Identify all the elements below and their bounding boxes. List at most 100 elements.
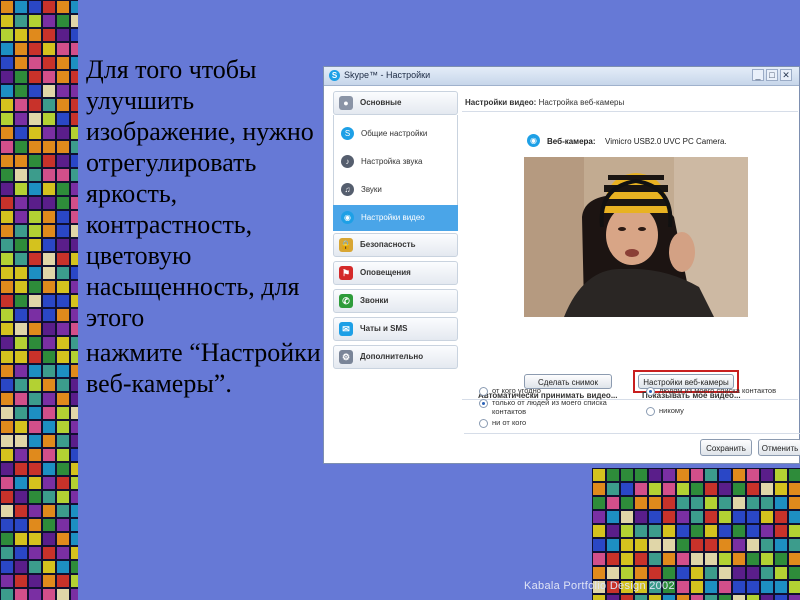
mosaic-tile <box>56 182 70 196</box>
mosaic-tile <box>70 448 78 462</box>
mosaic-tile <box>662 468 676 482</box>
mosaic-tile <box>42 350 56 364</box>
sidebar-group-5[interactable]: ⚙ Дополнительно <box>333 345 458 369</box>
maximize-button[interactable]: □ <box>766 69 778 81</box>
skype-icon: S <box>341 127 354 140</box>
mosaic-tile <box>746 482 760 496</box>
mosaic-tile <box>56 392 70 406</box>
mosaic-tile <box>690 496 704 510</box>
mosaic-tile <box>70 392 78 406</box>
radio-button[interactable] <box>646 407 655 416</box>
mosaic-tile <box>788 580 800 594</box>
sidebar-group-0[interactable]: ● Основные <box>333 91 458 115</box>
mosaic-tile <box>42 560 56 574</box>
mosaic-tile <box>56 560 70 574</box>
mosaic-tile <box>42 308 56 322</box>
mosaic-tile <box>56 14 70 28</box>
sidebar-group-1[interactable]: 🔒 Безопасность <box>333 233 458 257</box>
sidebar-group-3[interactable]: ✆ Звонки <box>333 289 458 313</box>
mosaic-tile <box>14 280 28 294</box>
window-title: Skype™ - Настройки <box>344 70 431 80</box>
mosaic-tile <box>718 594 732 600</box>
mosaic-tile <box>690 552 704 566</box>
mosaic-tile <box>0 308 14 322</box>
mosaic-tile <box>70 28 78 42</box>
mosaic-tile <box>746 566 760 580</box>
mosaic-tile <box>42 210 56 224</box>
mosaic-tile <box>56 588 70 600</box>
mosaic-tile <box>718 468 732 482</box>
mosaic-tile <box>28 126 42 140</box>
close-button[interactable]: ✕ <box>780 69 792 81</box>
mosaic-tile <box>774 482 788 496</box>
mosaic-tile <box>704 496 718 510</box>
mosaic-tile <box>718 482 732 496</box>
mosaic-tile <box>648 524 662 538</box>
mosaic-tile <box>56 322 70 336</box>
mosaic-tile <box>704 538 718 552</box>
mosaic-tile <box>0 224 14 238</box>
mosaic-tile <box>28 490 42 504</box>
mosaic-tile <box>732 580 746 594</box>
webcam-device-name: Vimicro USB2.0 UVC PC Camera. <box>605 137 727 146</box>
mosaic-tile <box>732 482 746 496</box>
sidebar-group-label: Основные <box>360 98 402 107</box>
mosaic-tile <box>620 510 634 524</box>
mosaic-tile <box>14 490 28 504</box>
mosaic-tile <box>70 462 78 476</box>
cancel-button[interactable]: Отменить <box>758 439 800 456</box>
radio-button[interactable] <box>646 387 655 396</box>
mosaic-tile <box>56 42 70 56</box>
mosaic-tile <box>70 476 78 490</box>
mosaic-tile <box>606 510 620 524</box>
sidebar-item-2[interactable]: ♫ Звуки <box>333 177 458 203</box>
mosaic-tile <box>70 252 78 266</box>
mosaic-tile <box>70 532 78 546</box>
sidebar-group-4[interactable]: ✉ Чаты и SMS <box>333 317 458 341</box>
save-button[interactable]: Сохранить <box>700 439 752 456</box>
mosaic-tile <box>746 552 760 566</box>
sidebar-group-2[interactable]: ⚑ Оповещения <box>333 261 458 285</box>
mosaic-tile <box>0 504 14 518</box>
radio-button[interactable] <box>479 399 488 408</box>
mosaic-tile <box>28 350 42 364</box>
sidebar-item-1[interactable]: ♪ Настройка звука <box>333 149 458 175</box>
mosaic-tile <box>634 594 648 600</box>
mosaic-tile <box>788 510 800 524</box>
mosaic-tile <box>0 350 14 364</box>
sidebar-item-3[interactable]: ◉ Настройки видео <box>333 205 458 231</box>
mosaic-tile <box>606 482 620 496</box>
radio-button[interactable] <box>479 387 488 396</box>
mosaic-tile <box>648 510 662 524</box>
minimize-button[interactable]: _ <box>752 69 764 81</box>
mosaic-tile <box>634 566 648 580</box>
mosaic-tile <box>70 224 78 238</box>
mosaic-tile <box>70 308 78 322</box>
mosaic-tile <box>28 252 42 266</box>
mosaic-tile <box>704 552 718 566</box>
mosaic-tile <box>56 224 70 238</box>
mosaic-tile <box>42 84 56 98</box>
mosaic-tile <box>56 420 70 434</box>
mosaic-tile <box>42 280 56 294</box>
mosaic-tile <box>676 524 690 538</box>
mosaic-tile <box>606 552 620 566</box>
radio-button[interactable] <box>479 419 488 428</box>
section-header-text: Настройки видео: Настройка веб-камеры <box>465 98 624 107</box>
mosaic-tile <box>704 482 718 496</box>
sidebar-item-0[interactable]: S Общие настройки <box>333 121 458 147</box>
mosaic-tile <box>42 14 56 28</box>
mosaic-tile <box>56 98 70 112</box>
mosaic-tile <box>0 84 14 98</box>
flag-icon: ⚑ <box>339 266 353 280</box>
mosaic-tile <box>746 538 760 552</box>
mosaic-tile <box>788 538 800 552</box>
mosaic-tile <box>70 56 78 70</box>
mosaic-tile <box>620 566 634 580</box>
mosaic-tile <box>70 210 78 224</box>
chat-icon: ✉ <box>339 322 353 336</box>
mosaic-tile <box>42 252 56 266</box>
sidebar-group-label: Чаты и SMS <box>360 324 408 333</box>
mosaic-tile <box>28 574 42 588</box>
mosaic-tile <box>42 112 56 126</box>
